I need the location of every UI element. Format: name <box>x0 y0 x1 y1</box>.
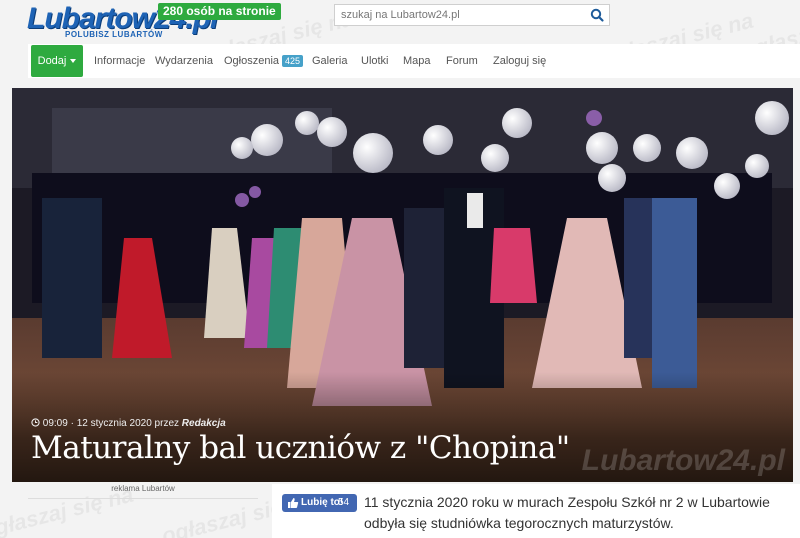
nav-label: Ogłoszenia <box>224 55 280 67</box>
article-meta: 09:09 · 12 stycznia 2020 przez Redakcja <box>31 418 226 429</box>
nav-label: Ulotki <box>361 55 389 67</box>
nav-item-informacje[interactable]: Informacje <box>94 44 145 78</box>
count-badge: 425 <box>282 55 304 68</box>
search-button[interactable] <box>587 6 607 24</box>
like-label: Lubię to! <box>301 497 344 508</box>
add-label: Dodaj <box>37 55 67 67</box>
nav-label: Galeria <box>312 55 348 67</box>
article-lead: 11 stycznia 2020 roku w murach Zespołu S… <box>364 492 794 534</box>
facebook-like-button[interactable]: Lubię to! 54 <box>282 494 357 512</box>
nav-label: Zaloguj się <box>493 55 547 67</box>
add-dropdown-button[interactable]: Dodaj <box>31 45 83 77</box>
site-logo[interactable]: Lubartow24.pl POLUBISZ LUBARTÓW <box>27 2 218 42</box>
search-input[interactable] <box>335 5 597 25</box>
nav-item-mapa[interactable]: Mapa <box>403 44 431 78</box>
caret-down-icon <box>70 59 77 64</box>
thumbs-up-icon <box>288 498 299 508</box>
nav-item-wydarzenia[interactable]: Wydarzenia <box>155 44 213 78</box>
article-title[interactable]: Maturalny bal uczniów z "Chopina" <box>31 430 570 466</box>
nav-item-ogloszenia[interactable]: Ogłoszenia 425 <box>224 44 304 78</box>
ad-label: reklama Lubartów <box>28 484 258 499</box>
search-icon <box>590 8 604 22</box>
main-nav: Dodaj Informacje Wydarzenia Ogłoszenia 42… <box>28 44 800 78</box>
logo-tagline: POLUBISZ LUBARTÓW <box>65 30 163 39</box>
nav-label: Mapa <box>403 55 431 67</box>
clock-icon <box>31 418 40 427</box>
article-date: 12 stycznia 2020 <box>76 418 152 429</box>
online-users-badge: 280 osób na stronie <box>158 3 281 20</box>
article-by: przez <box>154 418 179 429</box>
site-header: Lubartow24.pl POLUBISZ LUBARTÓW 280 osób… <box>0 0 800 44</box>
like-count: 54 <box>338 497 350 508</box>
article-time: 09:09 <box>42 418 68 429</box>
search-box <box>334 4 610 26</box>
nav-label: Informacje <box>94 55 146 67</box>
article-author[interactable]: Redakcja <box>182 418 226 429</box>
nav-item-ulotki[interactable]: Ulotki <box>361 44 389 78</box>
nav-item-galeria[interactable]: Galeria <box>312 44 347 78</box>
nav-label: Wydarzenia <box>155 55 213 67</box>
featured-article[interactable]: 09:09 · 12 stycznia 2020 przez Redakcja … <box>12 88 793 482</box>
photo-watermark: Lubartow24.pl <box>581 444 785 477</box>
nav-label: Forum <box>446 55 478 67</box>
nav-item-zaloguj[interactable]: Zaloguj się <box>493 44 546 78</box>
nav-item-forum[interactable]: Forum <box>446 44 478 78</box>
